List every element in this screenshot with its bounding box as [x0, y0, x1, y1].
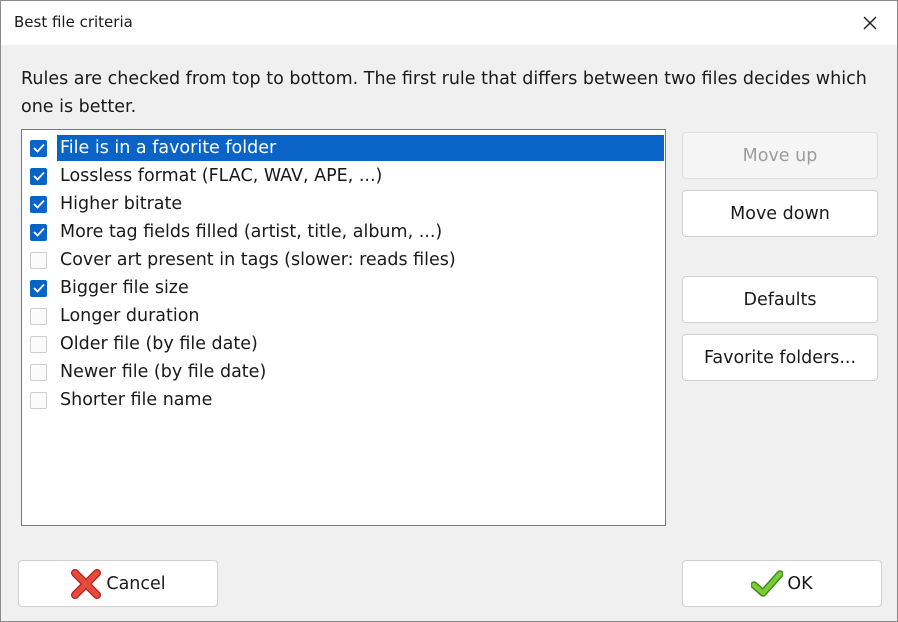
rule-label: Older file (by file date) — [60, 334, 258, 354]
cancel-label: Cancel — [106, 573, 166, 594]
move-down-button[interactable]: Move down — [682, 190, 878, 237]
rule-checkbox[interactable] — [30, 139, 47, 157]
rule-label: More tag fields filled (artist, title, a… — [60, 222, 443, 242]
checkmark-icon — [32, 143, 45, 153]
rule-checkbox[interactable] — [30, 363, 47, 381]
rule-label: File is in a favorite folder — [56, 134, 665, 162]
rule-label: Shorter file name — [60, 390, 213, 410]
rule-label: Longer duration — [60, 306, 200, 326]
rule-item[interactable]: File is in a favorite folder — [30, 134, 665, 162]
move-up-label: Move up — [742, 145, 818, 166]
rule-checkbox[interactable] — [30, 335, 47, 353]
green-check-icon — [751, 569, 784, 598]
defaults-label: Defaults — [743, 289, 817, 310]
favorite-folders-label: Favorite folders... — [703, 347, 857, 368]
rule-item[interactable]: Higher bitrate — [30, 190, 664, 218]
close-icon — [863, 16, 877, 30]
rule-label: Lossless format (FLAC, WAV, APE, ...) — [60, 166, 383, 186]
checkmark-icon — [32, 199, 45, 209]
cancel-button[interactable]: Cancel — [18, 560, 218, 607]
rule-label: Cover art present in tags (slower: reads… — [60, 250, 456, 270]
checkmark-icon — [32, 283, 45, 293]
rule-item[interactable]: More tag fields filled (artist, title, a… — [30, 218, 664, 246]
rule-label: Newer file (by file date) — [60, 362, 267, 382]
ok-button[interactable]: OK — [682, 560, 882, 607]
rules-list[interactable]: File is in a favorite folder Lossless for… — [21, 129, 666, 526]
description-text: Rules are checked from top to bottom. Th… — [21, 69, 867, 117]
rule-checkbox[interactable] — [30, 251, 47, 269]
defaults-button[interactable]: Defaults — [682, 276, 878, 323]
best-file-criteria-dialog: Best file criteria Rules are checked fro… — [0, 0, 898, 622]
rule-item[interactable]: Bigger file size — [30, 274, 664, 302]
rule-item[interactable]: Lossless format (FLAC, WAV, APE, ...) — [30, 162, 664, 190]
rule-checkbox[interactable] — [30, 195, 47, 213]
rule-label: Bigger file size — [60, 278, 189, 298]
rule-item[interactable]: Shorter file name — [30, 386, 664, 414]
red-x-icon — [70, 568, 102, 600]
rule-checkbox[interactable] — [30, 279, 47, 297]
window-title: Best file criteria — [14, 13, 133, 31]
title-bar: Best file criteria — [1, 1, 897, 45]
rule-checkbox[interactable] — [30, 307, 47, 325]
close-button[interactable] — [843, 1, 897, 45]
rule-item[interactable]: Older file (by file date) — [30, 330, 664, 358]
rule-label: Higher bitrate — [60, 194, 183, 214]
ok-label: OK — [787, 573, 813, 594]
rule-checkbox[interactable] — [30, 167, 47, 185]
rule-item[interactable]: Longer duration — [30, 302, 664, 330]
rule-checkbox[interactable] — [30, 223, 47, 241]
rule-checkbox[interactable] — [30, 391, 47, 409]
rule-item[interactable]: Cover art present in tags (slower: reads… — [30, 246, 664, 274]
favorite-folders-button[interactable]: Favorite folders... — [682, 334, 878, 381]
checkmark-icon — [32, 171, 45, 181]
checkmark-icon — [32, 227, 45, 237]
rule-item[interactable]: Newer file (by file date) — [30, 358, 664, 386]
move-down-label: Move down — [730, 203, 830, 224]
move-up-button[interactable]: Move up — [682, 132, 878, 179]
